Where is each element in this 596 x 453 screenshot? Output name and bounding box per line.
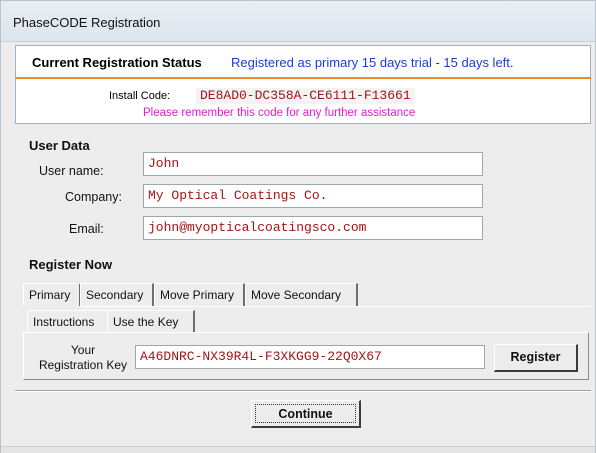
footer-separator-highlight	[15, 391, 591, 392]
registration-key-label: Your Registration Key	[35, 343, 131, 373]
status-label: Current Registration Status	[32, 55, 202, 70]
status-value: Registered as primary 15 days trial - 15…	[231, 55, 514, 70]
subtab-instructions[interactable]: Instructions	[27, 310, 109, 333]
registration-status-panel: Current Registration Status Registered a…	[15, 45, 591, 78]
tab-move-primary[interactable]: Move Primary	[154, 283, 245, 306]
username-field[interactable]: John	[143, 152, 483, 176]
register-tabs: Primary Secondary Move Primary Move Seco…	[23, 283, 363, 307]
window-bottom-edge	[1, 446, 595, 453]
install-code-label: Install Code:	[109, 90, 171, 102]
install-code-panel: Install Code: DE8AD0-DC358A-CE6111-F1366…	[15, 79, 591, 124]
username-label: User name:	[39, 164, 104, 178]
email-field[interactable]: john@myopticalcoatingsco.com	[143, 216, 483, 240]
subtab-use-the-key[interactable]: Use the Key	[107, 310, 195, 333]
company-field[interactable]: My Optical Coatings Co.	[143, 184, 483, 208]
tab-primary[interactable]: Primary	[23, 283, 81, 306]
user-data-heading: User Data	[29, 138, 90, 153]
key-subtabs: Instructions Use the Key	[27, 310, 197, 334]
install-code-value[interactable]: DE8AD0-DC358A-CE6111-F13661	[196, 88, 415, 104]
install-code-note: Please remember this code for any furthe…	[143, 107, 416, 119]
window-title: PhaseCODE Registration	[13, 15, 161, 30]
tab-move-secondary[interactable]: Move Secondary	[245, 283, 358, 306]
continue-button[interactable]: Continue	[251, 400, 361, 428]
key-label-line2: Registration Key	[38, 358, 128, 372]
tabs-baseline	[81, 306, 591, 307]
registration-key-field[interactable]: A46DNRC-NX39R4L-F3XKGG9-22Q0X67	[135, 345, 485, 369]
register-button[interactable]: Register	[494, 344, 578, 372]
key-label-line1: Your	[70, 343, 96, 357]
company-label: Company:	[65, 190, 122, 204]
register-now-heading: Register Now	[29, 257, 113, 272]
registration-window: PhaseCODE Registration Current Registrat…	[0, 0, 596, 453]
continue-button-label: Continue	[255, 404, 356, 423]
email-label: Email:	[69, 222, 104, 236]
tab-secondary[interactable]: Secondary	[80, 283, 154, 306]
title-bar[interactable]: PhaseCODE Registration	[1, 1, 595, 42]
